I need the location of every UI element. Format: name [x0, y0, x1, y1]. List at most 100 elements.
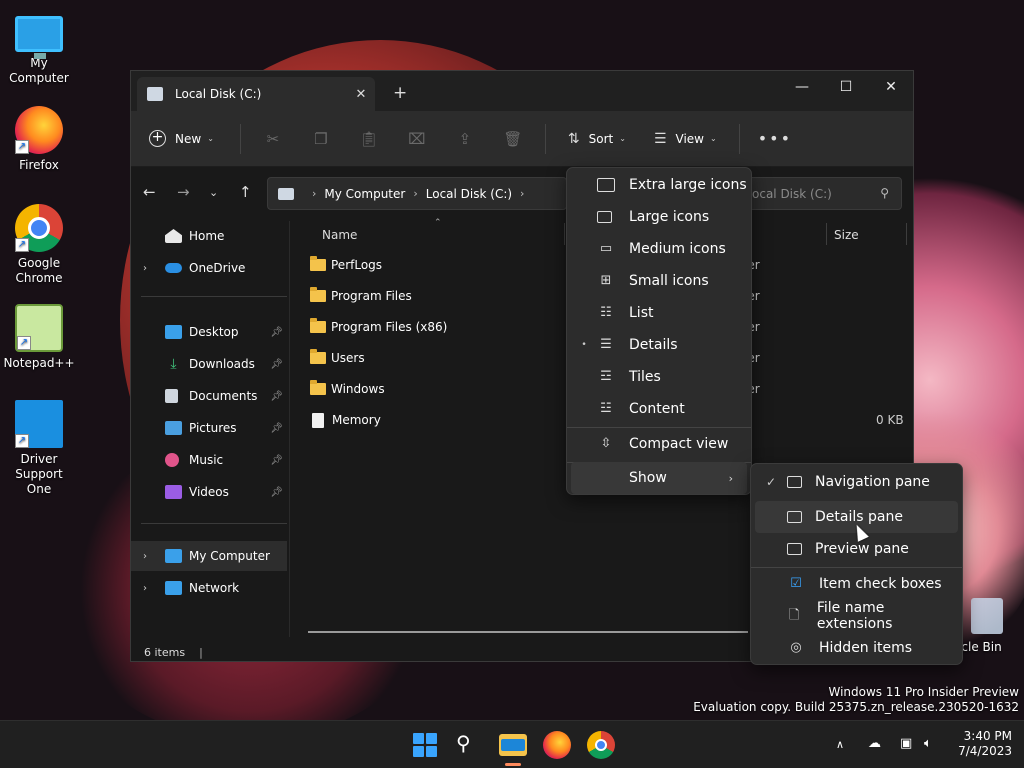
- column-header-size[interactable]: Size: [834, 228, 859, 242]
- pin-icon[interactable]: 📌︎: [270, 423, 283, 434]
- desktop-icon-firefox[interactable]: ↗ Firefox: [0, 106, 78, 173]
- menu-item-small-icons[interactable]: ⊞ Small icons: [571, 265, 747, 297]
- cut-icon[interactable]: ✂: [249, 130, 297, 148]
- menu-item-show[interactable]: Show ›: [571, 462, 747, 494]
- nav-item-onedrive[interactable]: › OneDrive: [131, 253, 287, 283]
- forward-arrow-icon[interactable]: →: [177, 183, 190, 201]
- sort-button[interactable]: ⇅ Sort ⌄: [568, 131, 626, 147]
- desktop-icon-driver-support[interactable]: ↗ Driver Support One: [0, 400, 78, 497]
- file-name: Users: [331, 351, 365, 365]
- chrome-icon[interactable]: [587, 731, 615, 759]
- view-lines-icon: ☰: [653, 130, 667, 147]
- breadcrumb-item[interactable]: My Computer: [324, 187, 405, 201]
- breadcrumb-item[interactable]: Local Disk (C:): [426, 187, 512, 201]
- expand-chevron-icon[interactable]: ›: [131, 551, 165, 562]
- computer-icon: [278, 187, 294, 200]
- maximize-button[interactable]: ☐: [823, 79, 869, 95]
- firefox-icon[interactable]: [543, 731, 571, 759]
- menu-item-tiles[interactable]: ☲ Tiles: [571, 361, 747, 393]
- pin-icon[interactable]: 📌︎: [270, 359, 283, 370]
- selected-dot-icon: •: [581, 340, 587, 350]
- start-icon[interactable]: [411, 731, 439, 759]
- file-explorer-icon[interactable]: [499, 734, 527, 756]
- new-tab-button[interactable]: +: [393, 83, 407, 103]
- menu-item-label: Medium icons: [629, 241, 726, 257]
- nav-item-desktop[interactable]: Desktop 📌︎: [131, 317, 287, 347]
- horizontal-scrollbar[interactable]: [308, 631, 748, 633]
- view-button[interactable]: ☰ View ⌄: [654, 131, 717, 147]
- menu-item-label: File name extensions: [816, 600, 893, 632]
- expand-chevron-icon[interactable]: ›: [131, 263, 165, 274]
- close-button[interactable]: ✕: [868, 79, 914, 95]
- up-arrow-icon[interactable]: ↑: [239, 183, 252, 201]
- column-header-name[interactable]: Name: [322, 228, 357, 242]
- computer-icon: [165, 549, 182, 563]
- column-divider[interactable]: [564, 223, 565, 245]
- menu-item-list[interactable]: ☷ List: [571, 297, 747, 329]
- column-divider[interactable]: [826, 223, 827, 245]
- file-name: Windows: [331, 382, 385, 396]
- downloads-icon: ⤓: [170, 356, 177, 372]
- menu-item-extra-large-icons[interactable]: Extra large icons: [571, 169, 747, 201]
- pin-icon[interactable]: 📌︎: [270, 455, 283, 466]
- menu-item-hidden-items[interactable]: ◎ Hidden items: [755, 632, 958, 664]
- back-arrow-icon[interactable]: ←: [143, 183, 156, 201]
- title-bar: Local Disk (C:) ✕ + — ☐ ✕: [131, 71, 913, 111]
- menu-item-large-icons[interactable]: Large icons: [571, 201, 747, 233]
- nav-item-network[interactable]: › Network: [131, 573, 287, 603]
- breadcrumb-chevron-icon[interactable]: ›: [413, 187, 417, 200]
- menu-item-navigation-pane[interactable]: ✓ Navigation pane: [755, 466, 958, 498]
- breadcrumb-chevron-icon[interactable]: ›: [520, 187, 524, 200]
- show-hidden-icons-chevron-icon[interactable]: ∧: [836, 738, 844, 751]
- column-divider[interactable]: [906, 223, 907, 245]
- toolbar-divider: [738, 123, 740, 154]
- pin-icon[interactable]: 📌︎: [270, 327, 283, 338]
- breadcrumb-chevron-icon[interactable]: ›: [312, 187, 316, 200]
- tab-local-disk[interactable]: Local Disk (C:) ✕: [137, 77, 375, 111]
- list-icon: ☷: [600, 305, 612, 320]
- delete-icon[interactable]: 🗑︎: [489, 130, 537, 148]
- nav-item-videos[interactable]: Videos 📌︎: [131, 477, 287, 507]
- nav-item-downloads[interactable]: ⤓ Downloads 📌︎: [131, 349, 287, 379]
- nav-item-pictures[interactable]: Pictures 📌︎: [131, 413, 287, 443]
- desktop-icon-my-computer[interactable]: My Computer: [0, 10, 78, 86]
- address-bar[interactable]: › My Computer › Local Disk (C:) ›: [267, 177, 567, 210]
- menu-item-medium-icons[interactable]: ▭ Medium icons: [571, 233, 747, 265]
- minimize-button[interactable]: —: [779, 79, 825, 95]
- shortcut-arrow-icon: ↗: [15, 238, 29, 252]
- expand-chevron-icon[interactable]: ›: [131, 583, 165, 594]
- desktop-icon-chrome[interactable]: ↗ Google Chrome: [0, 204, 78, 286]
- menu-item-item-check-boxes[interactable]: ☑ Item check boxes: [755, 568, 958, 600]
- menu-item-file-name-extensions[interactable]: 🗋︎ File name extensions: [755, 600, 958, 632]
- view-menu: Extra large icons Large icons ▭ Medium i…: [566, 167, 752, 495]
- pin-icon[interactable]: 📌︎: [270, 487, 283, 498]
- share-icon[interactable]: ⇪: [441, 130, 489, 148]
- recent-locations-chevron-icon[interactable]: ⌄: [209, 186, 218, 199]
- desktop-icon-notepad-plus-plus[interactable]: ↗ Notepad++: [0, 304, 78, 371]
- rename-icon[interactable]: ⌧: [393, 130, 441, 148]
- menu-item-details[interactable]: • ☰ Details: [571, 329, 747, 361]
- network-status-icon[interactable]: ▣: [900, 736, 912, 751]
- menu-item-content[interactable]: ☳ Content: [571, 393, 747, 425]
- onedrive-offline-icon[interactable]: ☁: [868, 736, 881, 751]
- nav-item-documents[interactable]: Documents 📌︎: [131, 381, 287, 411]
- details-pane-icon: [787, 511, 802, 523]
- new-button[interactable]: + New ⌄: [149, 130, 214, 147]
- nav-item-label: Music: [189, 453, 224, 467]
- menu-item-label: Item check boxes: [819, 576, 942, 592]
- nav-item-home[interactable]: Home: [131, 221, 287, 251]
- nav-item-music[interactable]: Music 📌︎: [131, 445, 287, 475]
- tab-close-icon[interactable]: ✕: [347, 87, 375, 102]
- volume-icon[interactable]: 🔈︎: [924, 736, 932, 751]
- nav-item-my-computer[interactable]: › My Computer: [131, 541, 287, 571]
- menu-item-label: Content: [629, 401, 685, 417]
- more-options-button[interactable]: •••: [758, 129, 792, 148]
- pin-icon[interactable]: 📌︎: [270, 391, 283, 402]
- copy-icon[interactable]: ❐: [297, 130, 345, 148]
- menu-item-compact-view[interactable]: ⇳ Compact view: [571, 428, 747, 460]
- search-input[interactable]: ocal Disk (C:) ⚲: [743, 177, 902, 210]
- system-clock[interactable]: 3:40 PM 7/4/2023: [950, 729, 1012, 759]
- search-icon[interactable]: ⚲: [456, 731, 484, 759]
- grid-icon: ⊞: [600, 273, 612, 288]
- paste-icon[interactable]: 📋︎: [345, 130, 393, 148]
